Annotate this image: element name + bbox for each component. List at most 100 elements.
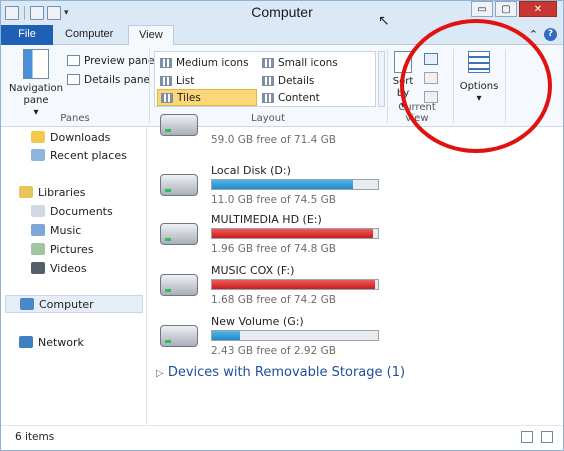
preview-pane-icon: [67, 55, 80, 66]
nav-item-computer[interactable]: Computer: [5, 295, 143, 313]
nav-item-recent-places[interactable]: Recent places: [31, 146, 127, 164]
options-button[interactable]: Options ▾: [457, 51, 501, 105]
nav-item-videos[interactable]: Videos: [31, 259, 87, 277]
layout-item-label: Details: [278, 74, 315, 87]
devices-group-header[interactable]: ▷ Devices with Removable Storage (1): [156, 365, 405, 380]
layout-item-label: Content: [278, 91, 320, 104]
computer-icon: [20, 298, 34, 310]
hard-drive-icon: [160, 223, 198, 245]
details-icon: [262, 75, 274, 86]
navigation-pane-label: Navigation pane: [9, 83, 63, 106]
drive-name: MUSIC COX (F:): [211, 264, 295, 277]
status-bar: 6 items: [1, 425, 563, 450]
layout-item-label: Tiles: [177, 91, 201, 104]
expand-ribbon-icon[interactable]: ⌃: [529, 28, 538, 41]
add-columns-icon[interactable]: [424, 72, 438, 84]
content-pane: 59.0 GB free of 71.4 GB Local Disk (D:) 11…: [148, 114, 563, 425]
help-icon[interactable]: ?: [544, 28, 557, 41]
item-count: 6 items: [15, 431, 55, 443]
maximize-button[interactable]: ▢: [495, 1, 517, 17]
ribbon-separator: [149, 49, 150, 123]
small-icons-icon: [262, 57, 274, 68]
details-pane-button[interactable]: Details pane: [67, 71, 150, 88]
libraries-icon: [19, 186, 33, 198]
videos-icon: [31, 262, 45, 274]
options-label: Options: [459, 81, 499, 92]
drive-usage-fill: [212, 280, 375, 289]
minimize-button[interactable]: ▭: [471, 1, 493, 17]
tab-file[interactable]: File: [1, 25, 53, 45]
hard-drive-icon: [160, 114, 198, 136]
details-view-icon[interactable]: [521, 431, 533, 443]
nav-item-music[interactable]: Music: [31, 221, 81, 239]
expand-arrow-icon: ▷: [156, 368, 164, 379]
drive-free-space: 1.68 GB free of 74.2 GB: [211, 294, 336, 306]
network-icon: [19, 336, 33, 348]
layout-list[interactable]: List: [157, 72, 257, 89]
options-caret: ▾: [476, 93, 482, 104]
content-icon: [262, 92, 274, 103]
nav-item-network[interactable]: Network: [19, 333, 84, 351]
view-toggle: [521, 431, 553, 443]
current-view-group-label: Current view: [398, 102, 436, 124]
layout-item-label: Medium icons: [176, 56, 249, 69]
recent-places-icon: [31, 149, 45, 161]
layout-details[interactable]: Details: [259, 72, 371, 89]
nav-item-libraries[interactable]: Libraries: [19, 183, 86, 201]
group-by-icon[interactable]: [424, 53, 438, 65]
music-icon: [31, 224, 45, 236]
drive-usage-fill: [212, 331, 241, 340]
tab-computer[interactable]: Computer: [55, 25, 123, 45]
nav-item-label: Pictures: [50, 242, 94, 256]
sort-by-label: Sort by: [392, 76, 414, 99]
nav-item-downloads[interactable]: Downloads: [31, 128, 110, 146]
details-pane-icon: [67, 74, 80, 85]
large-icons-view-icon[interactable]: [541, 431, 553, 443]
hard-drive-icon: [160, 274, 198, 296]
layout-small-icons[interactable]: Small icons: [259, 54, 371, 71]
drive-usage-bar: [211, 279, 379, 290]
layout-tiles[interactable]: Tiles: [157, 89, 257, 106]
drive-free-space: 2.43 GB free of 2.92 GB: [211, 345, 336, 357]
preview-pane-button[interactable]: Preview pane: [67, 52, 154, 69]
tab-view[interactable]: View: [128, 25, 174, 46]
window-controls: ▭ ▢ ✕: [471, 1, 557, 17]
drive-name: MULTIMEDIA HD (E:): [211, 213, 322, 226]
close-button[interactable]: ✕: [519, 1, 557, 17]
drive-usage-fill: [212, 229, 374, 238]
documents-icon: [31, 205, 45, 217]
navigation-pane-icon: [23, 49, 49, 79]
layout-item-label: Small icons: [278, 56, 338, 69]
ribbon-separator: [453, 49, 454, 123]
nav-item-label: Network: [38, 335, 84, 349]
sort-by-icon: [394, 51, 412, 73]
list-icon: [160, 75, 172, 86]
nav-item-label: Libraries: [38, 185, 86, 199]
drive-name: Local Disk (D:): [211, 164, 291, 177]
ribbon-tabs: File Computer View ⌃ ?: [1, 25, 563, 46]
layout-gallery-scroll[interactable]: [378, 51, 385, 107]
medium-icons-icon: [160, 57, 172, 68]
pictures-icon: [31, 243, 45, 255]
explorer-window: ▾ Computer ▭ ▢ ✕ File Computer View ⌃ ? …: [0, 0, 564, 451]
drive-free-space: 59.0 GB free of 71.4 GB: [211, 134, 336, 146]
navigation-pane-button[interactable]: Navigation pane ▾: [7, 49, 65, 119]
hard-drive-icon: [160, 325, 198, 347]
drive-free-space: 1.96 GB free of 74.8 GB: [211, 243, 336, 255]
hard-drive-icon: [160, 174, 198, 196]
title-bar: ▾ Computer ▭ ▢ ✕: [1, 1, 563, 25]
details-pane-label: Details pane: [84, 73, 150, 86]
layout-gallery: Medium icons Small icons List Details Ti…: [154, 51, 376, 107]
nav-item-label: Computer: [39, 297, 94, 311]
layout-content[interactable]: Content: [259, 89, 371, 106]
panes-group-label: Panes: [60, 113, 90, 124]
nav-item-pictures[interactable]: Pictures: [31, 240, 94, 258]
options-icon: [468, 51, 490, 73]
drive-name: New Volume (G:): [211, 315, 304, 328]
layout-medium-icons[interactable]: Medium icons: [157, 54, 257, 71]
nav-item-documents[interactable]: Documents: [31, 202, 113, 220]
navigation-pane: Downloads Recent places Libraries Docume…: [1, 128, 147, 425]
nav-item-label: Documents: [50, 204, 113, 218]
nav-item-label: Videos: [50, 261, 87, 275]
ribbon-view: Navigation pane ▾ Preview pane Details p…: [1, 45, 563, 127]
